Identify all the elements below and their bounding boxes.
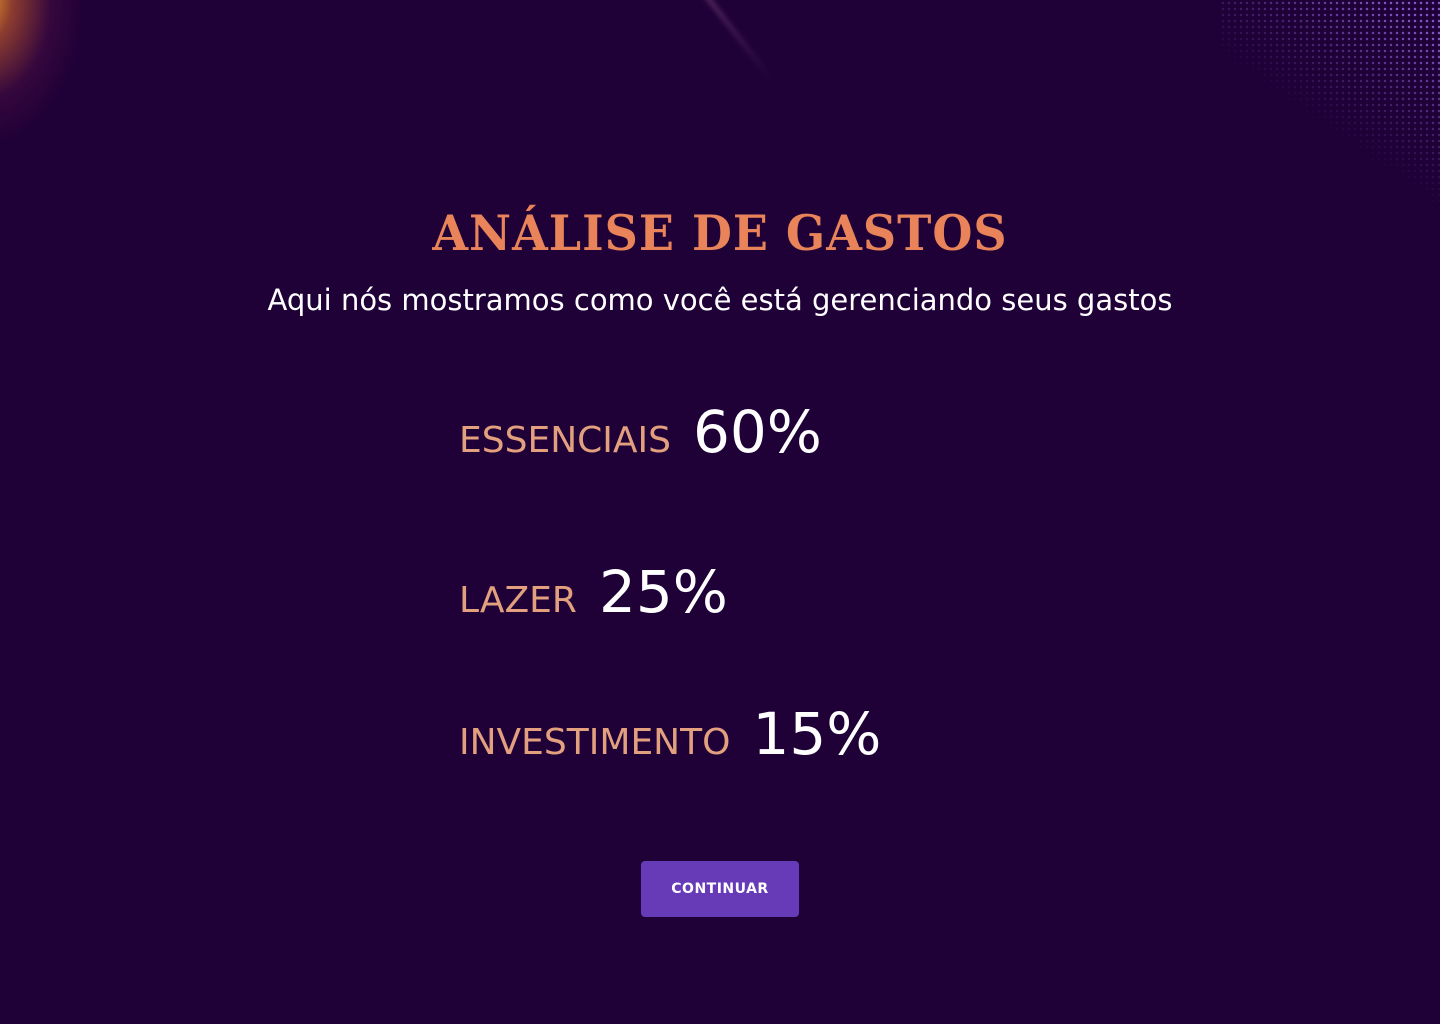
spending-label: LAZER [459,580,577,621]
spending-label: INVESTIMENTO [459,722,731,763]
spending-percentage: 25% [598,558,728,626]
spending-row-investimento: INVESTIMENTO 15% [459,700,881,768]
spending-row-lazer: LAZER 25% [459,558,728,626]
spending-percentage: 60% [692,398,822,466]
spending-analysis-page: ANÁLISE DE GASTOS Aqui nós mostramos com… [0,0,1440,1024]
decorative-glow [0,0,80,140]
decorative-dot-pattern [1220,0,1440,230]
continue-button[interactable]: CONTINUAR [641,861,799,917]
spending-row-essenciais: ESSENCIAIS 60% [459,398,822,466]
page-subtitle: Aqui nós mostramos como você está gerenc… [267,283,1173,317]
spending-label: ESSENCIAIS [459,420,671,461]
spending-percentage: 15% [752,700,882,768]
decorative-ray [690,0,775,83]
page-title: ANÁLISE DE GASTOS [432,204,1008,262]
